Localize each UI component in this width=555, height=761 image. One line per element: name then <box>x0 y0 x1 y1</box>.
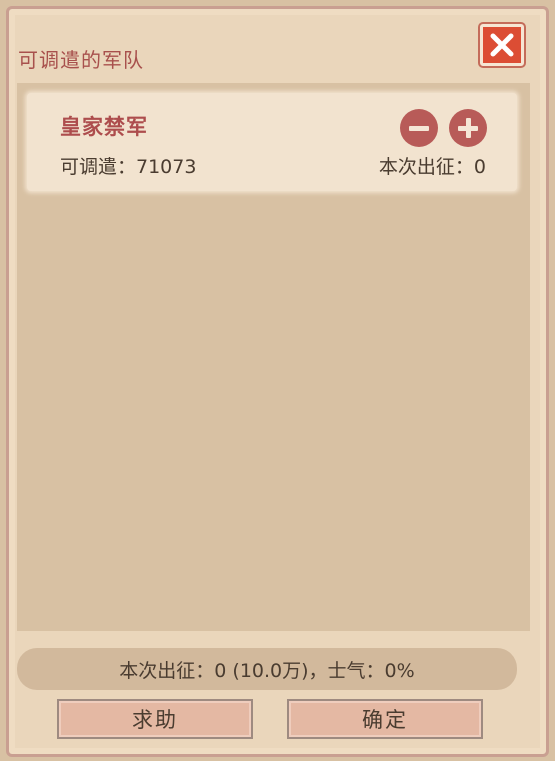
unit-available-count: 可调遣：71073 <box>60 156 197 178</box>
minus-icon <box>409 125 429 131</box>
dispatch-summary: 本次出征：0 (10.0万)，士气：0% <box>17 648 517 690</box>
list-item: 皇家禁军 可调遣：71073 本次出征：0 <box>27 93 517 191</box>
close-button[interactable] <box>480 24 524 66</box>
unit-name: 皇家禁军 <box>60 115 148 139</box>
help-button[interactable]: 求助 <box>57 699 253 739</box>
decrease-button[interactable] <box>400 109 438 147</box>
increase-button[interactable] <box>449 109 487 147</box>
dialog-title: 可调遣的军队 <box>18 48 144 72</box>
confirm-button[interactable]: 确定 <box>287 699 483 739</box>
unit-dispatch-count: 本次出征：0 <box>378 156 486 178</box>
close-icon <box>490 33 514 57</box>
summary-text: 本次出征：0 (10.0万)，士气：0% <box>119 659 415 682</box>
